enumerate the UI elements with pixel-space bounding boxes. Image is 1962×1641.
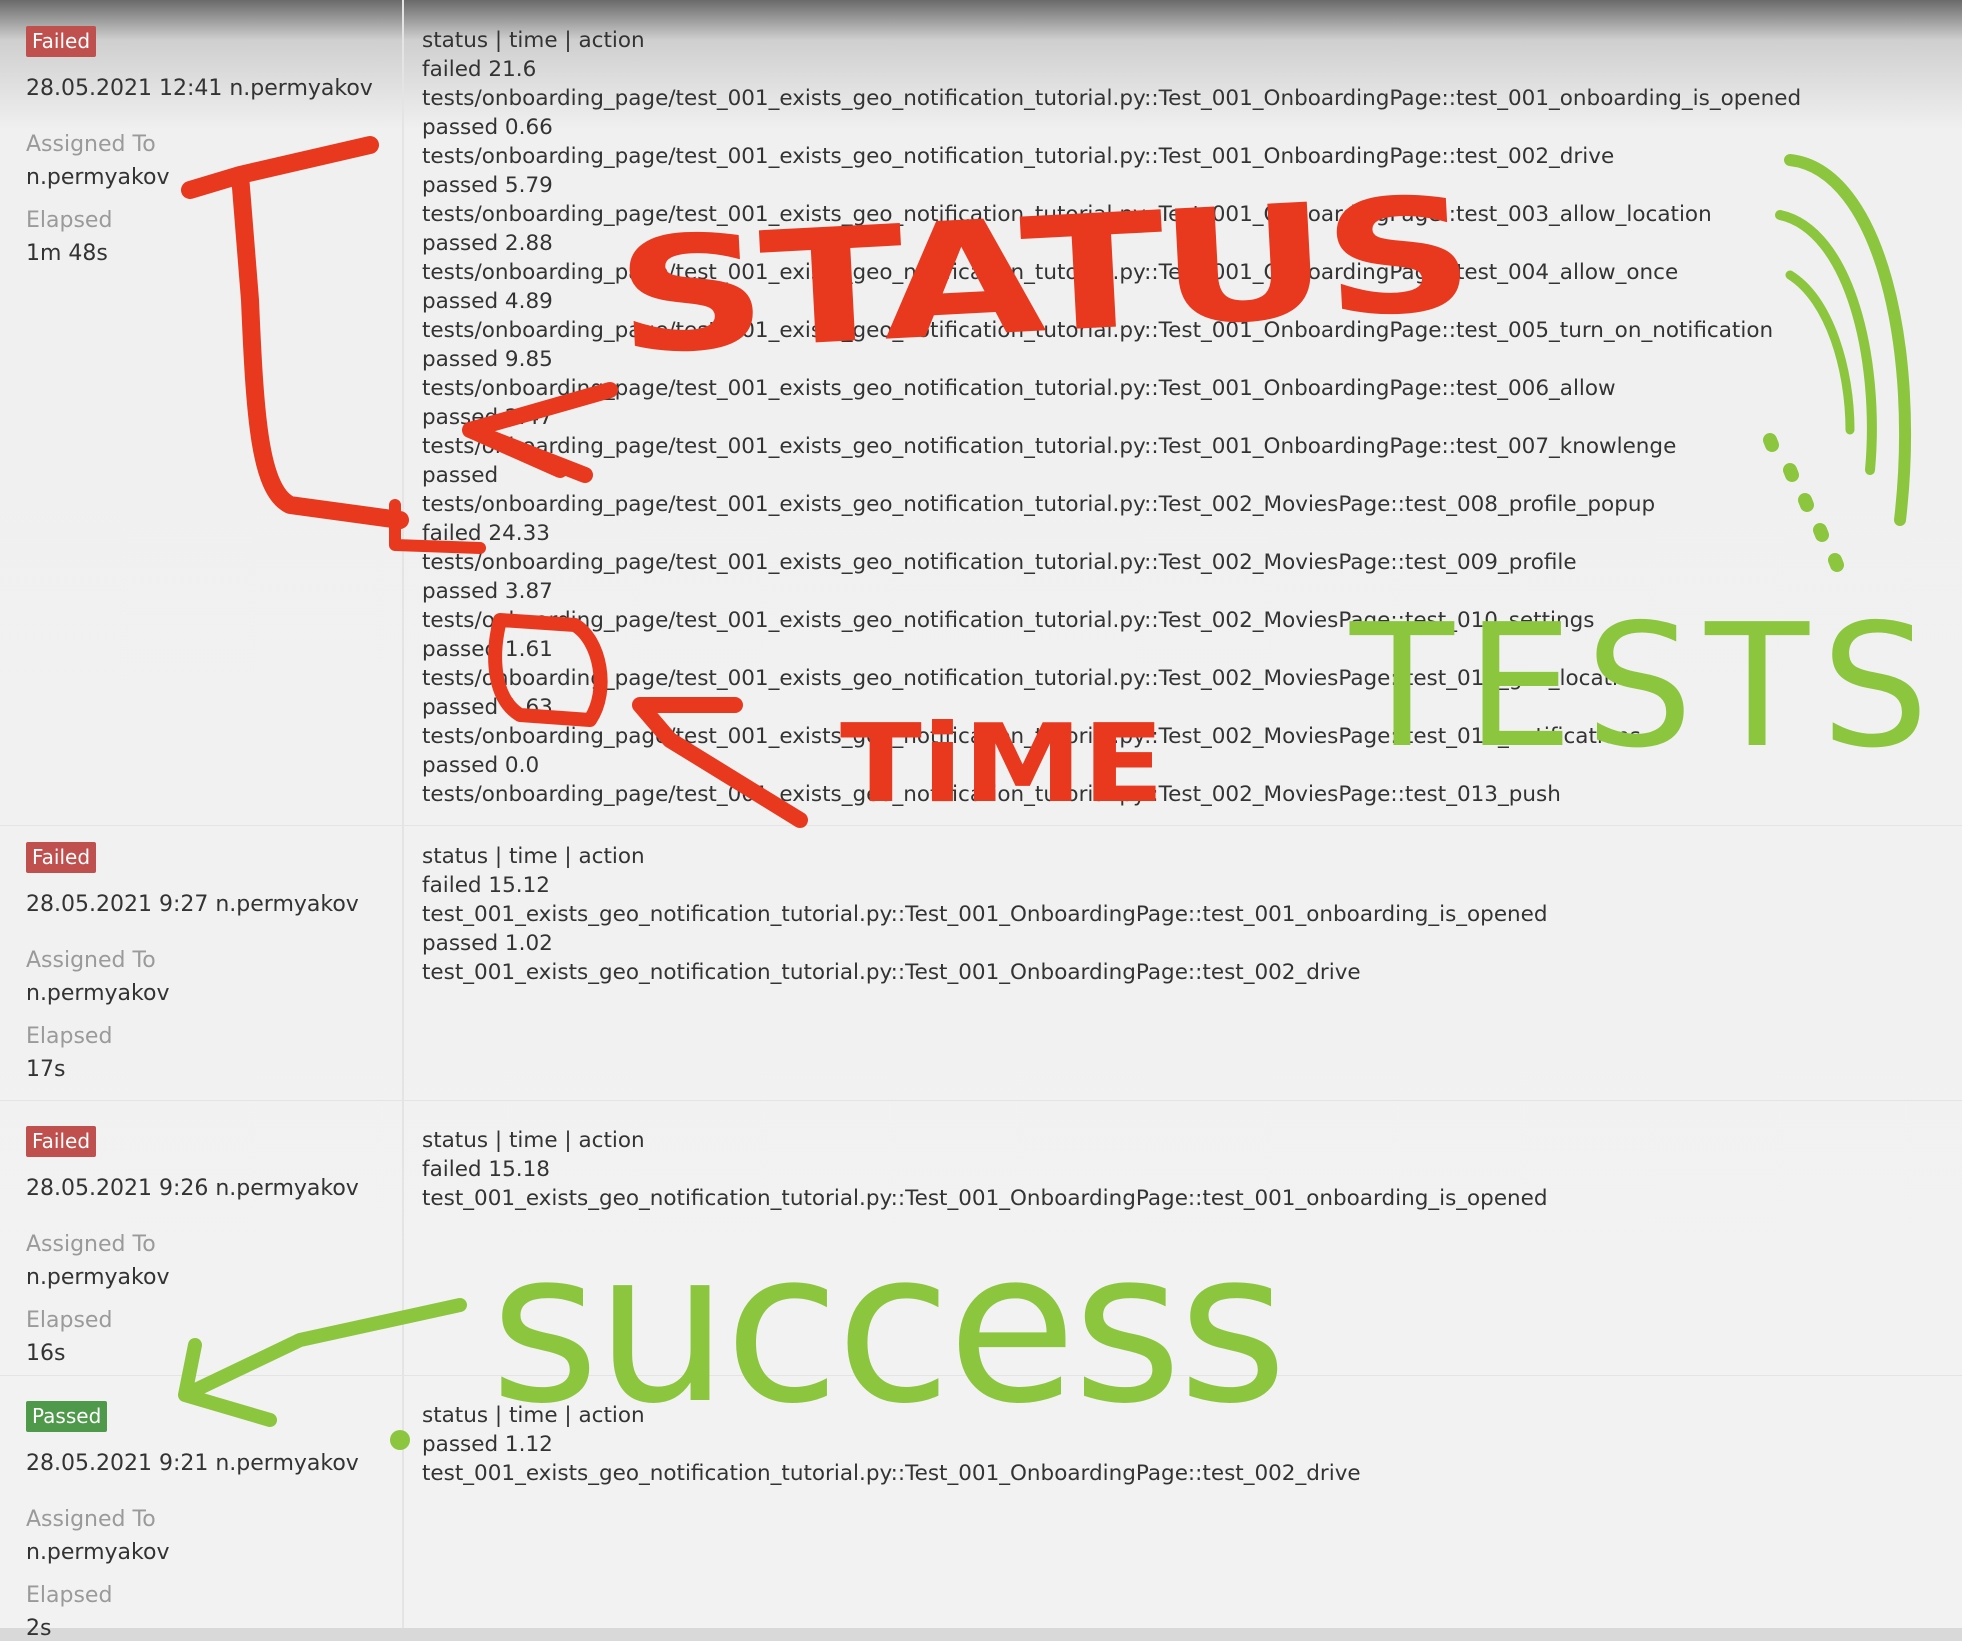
log-line: tests/onboarding_page/test_001_exists_ge… (422, 782, 1561, 807)
status-badge[interactable]: Failed (26, 842, 97, 873)
log-line: tests/onboarding_page/test_001_exists_ge… (422, 608, 1595, 633)
test-run-row: Passed 28.05.2021 9:21 n.permyakov Assig… (0, 1375, 1962, 1641)
elapsed-value: 2s (26, 1616, 52, 1641)
assigned-to-value[interactable]: n.permyakov (26, 1265, 169, 1290)
test-runs-page: Failed 28.05.2021 12:41 n.permyakov Assi… (0, 0, 1962, 1641)
log-header: status | time | action (422, 844, 645, 869)
log-line: tests/onboarding_page/test_001_exists_ge… (422, 86, 1802, 111)
run-datetime: 28.05.2021 9:27 n.permyakov (26, 892, 359, 917)
log-line: tests/onboarding_page/test_001_exists_ge… (422, 492, 1656, 517)
status-badge[interactable]: Failed (26, 26, 97, 57)
log-line: tests/onboarding_page/test_001_exists_ge… (422, 376, 1616, 401)
log-line: test_001_exists_geo_notification_tutoria… (422, 1186, 1548, 1211)
log-line: tests/onboarding_page/test_001_exists_ge… (422, 550, 1577, 575)
run-log: status | time | action failed 15.12 test… (422, 842, 1548, 987)
log-line: failed 21.6 (422, 57, 537, 82)
log-line: passed 3.87 (422, 579, 553, 604)
assigned-to-value[interactable]: n.permyakov (26, 1540, 169, 1565)
elapsed-label: Elapsed (26, 208, 113, 233)
log-line: failed 15.18 (422, 1157, 550, 1182)
log-line: tests/onboarding_page/test_001_exists_ge… (422, 318, 1774, 343)
log-line: tests/onboarding_page/test_001_exists_ge… (422, 434, 1677, 459)
log-header: status | time | action (422, 1403, 645, 1428)
elapsed-label: Elapsed (26, 1024, 113, 1049)
assigned-to-label: Assigned To (26, 132, 156, 157)
run-log: status | time | action failed 21.6 tests… (422, 26, 1801, 809)
log-line: passed 1.12 (422, 1432, 553, 1457)
assigned-to-label: Assigned To (26, 948, 156, 973)
run-log: status | time | action failed 15.18 test… (422, 1126, 1548, 1213)
log-line: tests/onboarding_page/test_001_exists_ge… (422, 666, 1645, 691)
log-line: passed 2.88 (422, 231, 553, 256)
run-log: status | time | action passed 1.12 test_… (422, 1401, 1361, 1488)
assigned-to-label: Assigned To (26, 1507, 156, 1532)
test-run-row: Failed 28.05.2021 9:26 n.permyakov Assig… (0, 1100, 1962, 1376)
log-line: passed (422, 463, 499, 488)
log-line: test_001_exists_geo_notification_tutoria… (422, 1461, 1361, 1486)
elapsed-label: Elapsed (26, 1583, 113, 1608)
run-summary: Passed 28.05.2021 9:21 n.permyakov Assig… (0, 1375, 404, 1641)
run-datetime: 28.05.2021 9:21 n.permyakov (26, 1451, 359, 1476)
log-line: passed 0.0 (422, 753, 540, 778)
log-line: passed 0.66 (422, 115, 553, 140)
elapsed-value: 1m 48s (26, 241, 108, 266)
test-run-row: Failed 28.05.2021 12:41 n.permyakov Assi… (0, 0, 1962, 826)
run-datetime: 28.05.2021 9:26 n.permyakov (26, 1176, 359, 1201)
log-line: test_001_exists_geo_notification_tutoria… (422, 960, 1361, 985)
log-line: failed 24.33 (422, 521, 550, 546)
elapsed-value: 17s (26, 1057, 66, 1082)
log-line: passed 5.79 (422, 173, 553, 198)
log-line: passed 1.61 (422, 637, 553, 662)
log-line: passed 4.89 (422, 289, 553, 314)
assigned-to-label: Assigned To (26, 1232, 156, 1257)
test-run-row: Failed 28.05.2021 9:27 n.permyakov Assig… (0, 816, 1962, 1101)
status-badge[interactable]: Failed (26, 1126, 97, 1157)
log-line: passed 1.02 (422, 931, 553, 956)
log-line: tests/onboarding_page/test_001_exists_ge… (422, 144, 1615, 169)
elapsed-value: 16s (26, 1341, 66, 1366)
run-datetime: 28.05.2021 12:41 n.permyakov (26, 76, 373, 101)
assigned-to-value[interactable]: n.permyakov (26, 165, 169, 190)
elapsed-label: Elapsed (26, 1308, 113, 1333)
log-header: status | time | action (422, 1128, 645, 1153)
log-line: test_001_exists_geo_notification_tutoria… (422, 902, 1548, 927)
log-line: passed 2.47 (422, 405, 553, 430)
assigned-to-value[interactable]: n.permyakov (26, 981, 169, 1006)
run-summary: Failed 28.05.2021 12:41 n.permyakov Assi… (0, 0, 404, 825)
log-line: passed 9.85 (422, 347, 553, 372)
log-line: tests/onboarding_page/test_001_exists_ge… (422, 724, 1641, 749)
log-line: failed 15.12 (422, 873, 550, 898)
log-header: status | time | action (422, 28, 645, 53)
log-line: tests/onboarding_page/test_001_exists_ge… (422, 202, 1712, 227)
log-line: passed 1.63 (422, 695, 553, 720)
log-line: tests/onboarding_page/test_001_exists_ge… (422, 260, 1679, 285)
status-badge[interactable]: Passed (26, 1401, 108, 1432)
run-summary: Failed 28.05.2021 9:26 n.permyakov Assig… (0, 1100, 404, 1375)
run-summary: Failed 28.05.2021 9:27 n.permyakov Assig… (0, 816, 404, 1100)
